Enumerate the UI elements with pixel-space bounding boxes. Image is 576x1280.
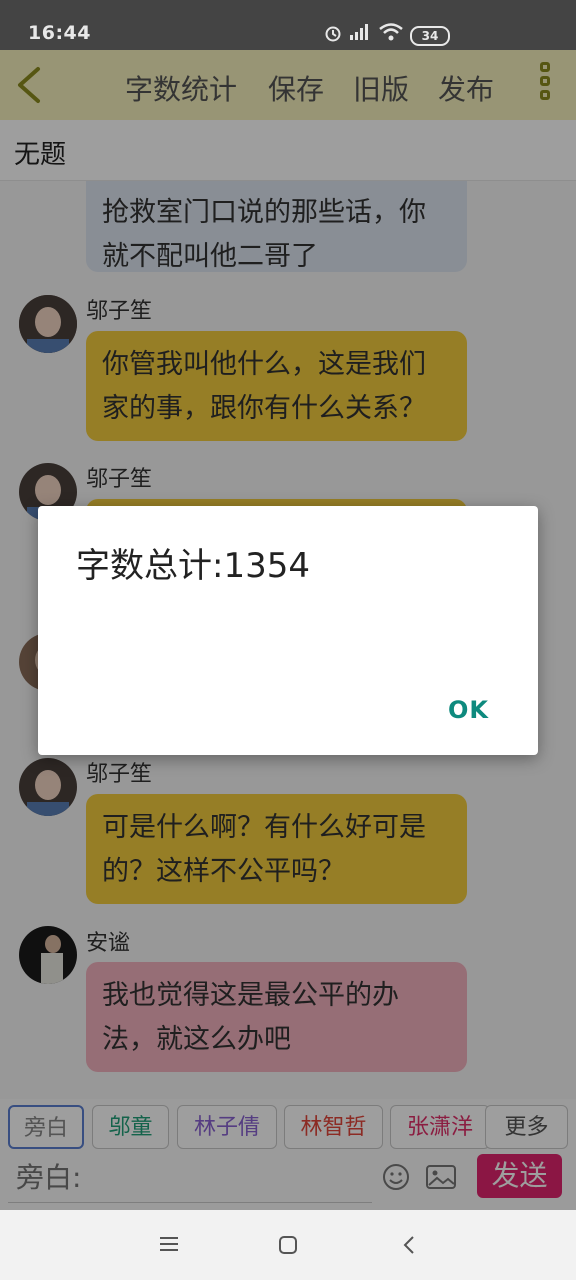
system-nav-bar xyxy=(0,1210,576,1280)
status-bar: 16:44 34 xyxy=(0,0,576,50)
dialog-message: 字数总计:1354 xyxy=(76,546,310,586)
nav-home-icon[interactable] xyxy=(279,1236,297,1258)
word-count-dialog: 字数总计:1354 OK xyxy=(38,506,538,755)
nav-menu-icon[interactable] xyxy=(160,1236,178,1256)
ok-button[interactable]: OK xyxy=(440,692,497,728)
wifi-icon xyxy=(378,22,404,46)
signal-icon xyxy=(348,22,372,46)
status-time: 16:44 xyxy=(28,22,91,44)
battery-indicator: 34 xyxy=(410,26,450,46)
nav-back-icon[interactable] xyxy=(402,1235,416,1259)
alarm-icon xyxy=(324,24,342,46)
